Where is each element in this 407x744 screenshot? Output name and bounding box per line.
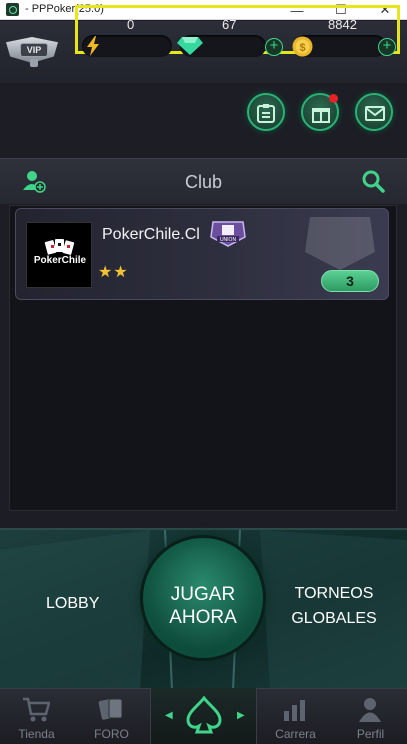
playing-cards-icon: [44, 239, 75, 255]
cards-icon: [98, 698, 123, 720]
energy-value: 0: [127, 17, 135, 32]
diamond-value: 67: [222, 17, 237, 32]
mail-button[interactable]: [355, 93, 393, 131]
tournaments-line1: TORNEOS: [294, 585, 374, 602]
club-logo: PokerChile: [26, 222, 92, 288]
play-now-label[interactable]: JUGAR AHORA: [140, 583, 266, 629]
play-now-line1: JUGAR: [170, 584, 236, 605]
nav-label-carrera: Carrera: [275, 727, 316, 741]
add-coins-button[interactable]: +: [378, 38, 396, 56]
svg-text:$: $: [299, 42, 305, 54]
person-icon: [359, 698, 381, 722]
global-tournaments-button[interactable]: TORNEOS GLOBALES: [282, 581, 386, 631]
union-watermark-icon: [305, 217, 375, 270]
nav-right-arrow-icon[interactable]: ▶: [237, 710, 245, 721]
union-badge-text: UNION: [220, 237, 237, 243]
bar-chart-icon: [284, 700, 305, 721]
nav-item-home[interactable]: ◀ ▶: [150, 688, 257, 744]
club-title: Club: [184, 172, 223, 192]
cart-icon: [23, 697, 50, 722]
coin-value: 8842: [328, 17, 357, 32]
nav-item-tienda[interactable]: Tienda: [0, 689, 73, 744]
club-member-count: 3: [321, 270, 379, 292]
nav-left-arrow-icon[interactable]: ◀: [165, 710, 173, 721]
vip-label: VIP: [20, 43, 48, 57]
nav-label-perfil: Perfil: [356, 727, 385, 741]
nav-label-foro: FORO: [94, 727, 129, 741]
gift-icon: [312, 108, 330, 123]
nav-label-tienda: Tienda: [18, 727, 55, 741]
club-rating: ★★: [98, 264, 129, 281]
app-icon: [6, 3, 19, 16]
club-name: PokerChile.Cl: [102, 226, 200, 243]
app-window: - PPPoker(25.0) — ☐ ✕ VIP 0 67 + $ 8842 …: [0, 0, 407, 744]
nav-item-foro[interactable]: FORO: [75, 689, 148, 744]
lightning-icon: [87, 36, 99, 56]
search-icon[interactable]: [361, 169, 385, 193]
play-now-line2: AHORA: [169, 607, 237, 628]
union-badge-icon: UNION: [210, 221, 246, 247]
vip-badge[interactable]: VIP: [6, 31, 62, 71]
tasks-button[interactable]: [247, 93, 285, 131]
mail-icon: [365, 106, 385, 121]
spade-icon: [186, 696, 222, 734]
nav-item-perfil[interactable]: Perfil: [334, 689, 407, 744]
nav-item-carrera[interactable]: Carrera: [259, 689, 332, 744]
lock-icon: [30, 59, 38, 67]
clipboard-icon: [257, 104, 275, 123]
diamond-icon: [177, 37, 203, 55]
notification-dot: [329, 94, 338, 103]
club-header: Club: [0, 158, 407, 204]
tournaments-line2: GLOBALES: [291, 610, 377, 627]
coin-icon: $: [292, 36, 313, 57]
club-logo-text: PokerChile: [33, 255, 87, 266]
add-diamonds-button[interactable]: +: [265, 38, 283, 56]
lobby-button[interactable]: LOBBY: [46, 595, 99, 613]
